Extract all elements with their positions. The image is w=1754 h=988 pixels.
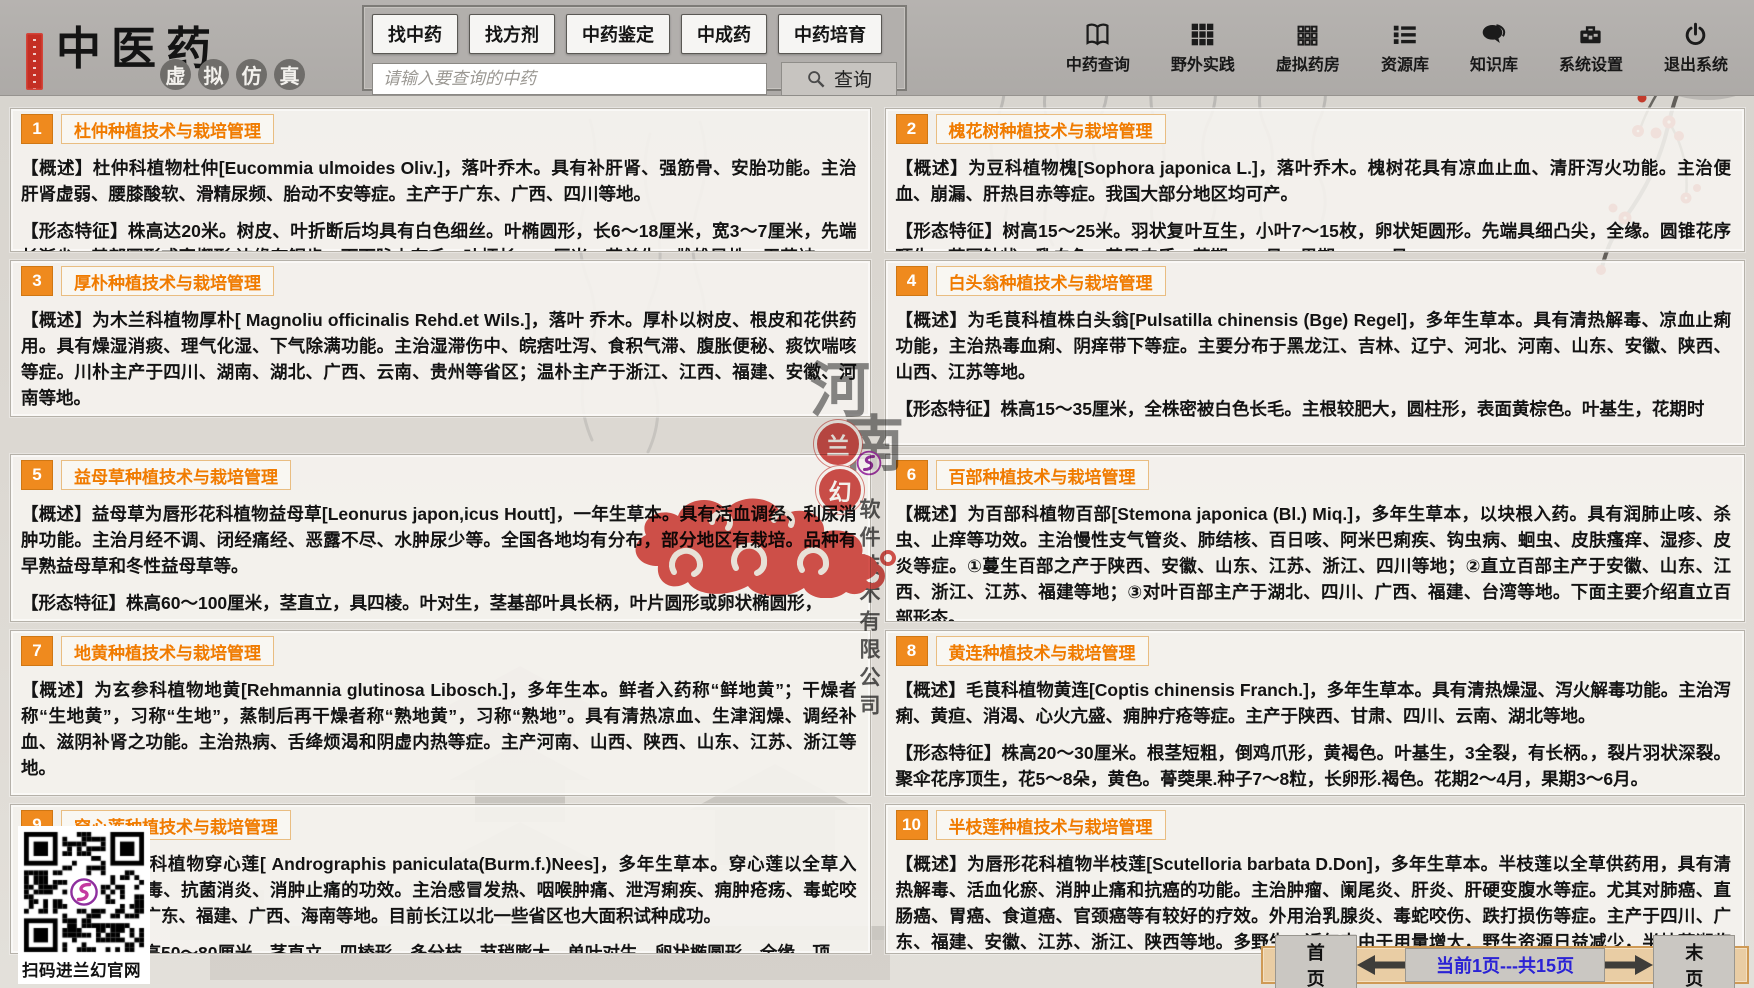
- card-morphology: 【形态特征】株高达20米。树皮、叶折断后均具有白色细丝。叶椭圆形，长6～18厘米…: [21, 218, 857, 252]
- nav-exit-system[interactable]: 退出系统: [1664, 21, 1728, 75]
- arrow-right-icon: [1605, 955, 1653, 975]
- lanhuan-logo-icon: [69, 877, 99, 907]
- card-title[interactable]: 地黄种植技术与栽培管理: [61, 636, 274, 666]
- card-morphology: 【形态特征】株高60～100厘米，茎直立，具四棱。叶对生，茎基部叶具长柄，叶片圆…: [21, 590, 857, 616]
- previous-page-arrow[interactable]: [1357, 955, 1405, 975]
- article-card: 2 槐花树种植技术与栽培管理 【概述】为豆科植物槐[Sophora japonic…: [885, 108, 1746, 252]
- card-title[interactable]: 百部种植技术与栽培管理: [936, 460, 1149, 490]
- power-icon: [1682, 21, 1709, 48]
- pagination-bar: 首页 当前1页---共15页 末页: [1261, 946, 1749, 984]
- card-number: 6: [896, 460, 928, 490]
- article-card: 7 地黄种植技术与栽培管理 【概述】为玄参科植物地黄[Rehmannia glut…: [10, 630, 871, 796]
- card-overview: 【概述】为木兰科植物厚朴[ Magnoliu officinalis Rehd.…: [21, 307, 857, 411]
- article-list: 1 杜仲种植技术与栽培管理 【概述】杜仲科植物杜仲[Eucommia ulmoid…: [10, 108, 1745, 954]
- card-title[interactable]: 槐花树种植技术与栽培管理: [936, 114, 1166, 144]
- card-morphology: 【形态特征】株高15～35厘米，全株密被白色长毛。主根较肥大，圆柱形，表面黄棕色…: [896, 396, 1732, 422]
- qr-code-block: 扫码进兰幻官网: [18, 826, 150, 984]
- search-row: 查询: [372, 62, 897, 96]
- card-number: 3: [21, 266, 53, 296]
- cells-icon: [1294, 21, 1321, 48]
- article-card: 10半枝莲种植技术与栽培管理 【概述】为唇形花科植物半枝莲[Scutellori…: [885, 804, 1746, 954]
- article-card: 5 益母草种植技术与栽培管理 【概述】益母草为唇形花科植物益母草[Leonurus…: [10, 454, 871, 622]
- app-logo: 中医药 虚 拟 仿 真: [0, 0, 352, 95]
- card-number: 2: [896, 114, 928, 144]
- card-number: 4: [896, 266, 928, 296]
- qr-caption: 扫码进兰幻官网: [22, 954, 146, 982]
- subtitle-char: 拟: [198, 59, 229, 90]
- card-title[interactable]: 白头翁种植技术与栽培管理: [936, 266, 1166, 296]
- card-title[interactable]: 半枝莲种植技术与栽培管理: [936, 810, 1166, 840]
- last-page-button[interactable]: 末页: [1653, 935, 1735, 988]
- app-header: 中医药 虚 拟 仿 真 找中药 找方剂 中药鉴定 中成药 中药培育 查询: [0, 0, 1754, 96]
- card-overview: 【概述】为玄参科植物地黄[Rehmannia glutinosa Libosch…: [21, 677, 857, 781]
- card-overview: 【概述】益母草为唇形花科植物益母草[Leonurus japon,icus Ho…: [21, 501, 857, 579]
- card-number: 8: [896, 636, 928, 666]
- card-overview: 【概述】为百部科植物百部[Stemona japonica (Bl.) Miq.…: [896, 501, 1732, 622]
- tab-herb-cultivation[interactable]: 中药培育: [778, 14, 882, 54]
- article-card: 1 杜仲种植技术与栽培管理 【概述】杜仲科植物杜仲[Eucommia ulmoid…: [10, 108, 871, 252]
- arrow-left-icon: [1357, 955, 1405, 975]
- card-number: 10: [896, 810, 928, 840]
- magnifier-icon: [806, 69, 826, 89]
- article-card: 3 厚朴种植技术与栽培管理 【概述】为木兰科植物厚朴[ Magnoliu offi…: [10, 260, 871, 417]
- subtitle-char: 虚: [160, 59, 191, 90]
- tab-find-prescription[interactable]: 找方剂: [469, 14, 555, 54]
- nav-herb-query[interactable]: 中药查询: [1066, 21, 1130, 75]
- article-card: 6 百部种植技术与栽培管理 【概述】为百部科植物百部[Stemona japoni…: [885, 454, 1746, 622]
- card-number: 1: [21, 114, 53, 144]
- nav-resource-library[interactable]: 资源库: [1381, 21, 1429, 75]
- search-input[interactable]: [372, 63, 767, 95]
- subtitle-char: 真: [274, 59, 305, 90]
- search-button[interactable]: 查询: [781, 62, 897, 96]
- nav-virtual-pharmacy[interactable]: 虚拟药房: [1276, 21, 1340, 75]
- first-page-button[interactable]: 首页: [1275, 935, 1357, 988]
- subtitle-char: 仿: [236, 59, 267, 90]
- next-page-arrow[interactable]: [1605, 955, 1653, 975]
- tab-find-herb[interactable]: 找中药: [372, 14, 458, 54]
- nav-knowledge-base[interactable]: 知识库: [1470, 21, 1518, 75]
- toolbox-icon: [1577, 21, 1604, 48]
- main-nav: 中药查询 野外实践 虚拟药房 资源库 知识库 系统设置: [1066, 21, 1754, 75]
- article-card: 8 黄连种植技术与栽培管理 【概述】毛茛科植物黄连[Coptis chinensi…: [885, 630, 1746, 796]
- search-tabs: 找中药 找方剂 中药鉴定 中成药 中药培育: [372, 14, 897, 54]
- tab-herb-identification[interactable]: 中药鉴定: [566, 14, 670, 54]
- card-overview: 【概述】为毛茛科植株白头翁[Pulsatilla chinensis (Bge)…: [896, 307, 1732, 385]
- card-number: 7: [21, 636, 53, 666]
- app-window: 中医药 虚 拟 仿 真 找中药 找方剂 中药鉴定 中成药 中药培育 查询: [0, 0, 1754, 988]
- card-number: 5: [21, 460, 53, 490]
- card-overview: 【概述】为豆科植物槐[Sophora japonica L.]，落叶乔木。槐树花…: [896, 155, 1732, 207]
- list-icon: [1391, 21, 1418, 48]
- red-seal-stamp: [26, 33, 43, 90]
- card-title[interactable]: 益母草种植技术与栽培管理: [61, 460, 291, 490]
- card-morphology: 【形态特征】株高20～30厘米。根茎短粗，倒鸡爪形，黄褐色。叶基生，3全裂，有长…: [896, 740, 1732, 792]
- card-title[interactable]: 厚朴种植技术与栽培管理: [61, 266, 274, 296]
- search-panel: 找中药 找方剂 中药鉴定 中成药 中药培育 查询: [362, 5, 907, 91]
- grid-icon: [1189, 21, 1216, 48]
- card-overview: 【概述】杜仲科植物杜仲[Eucommia ulmoides Oliv.]，落叶乔…: [21, 155, 857, 207]
- nav-field-practice[interactable]: 野外实践: [1171, 21, 1235, 75]
- tab-patent-medicine[interactable]: 中成药: [681, 14, 767, 54]
- book-icon: [1084, 21, 1111, 48]
- chat-icon: [1480, 21, 1507, 48]
- card-title[interactable]: 杜仲种植技术与栽培管理: [61, 114, 274, 144]
- card-morphology: 【形态特征】树高15～25米。羽状复叶互生，小叶7～15枚，卵状矩圆形。先端具细…: [896, 218, 1732, 252]
- card-overview: 【概述】毛茛科植物黄连[Coptis chinensis Franch.]，多年…: [896, 677, 1732, 729]
- app-subtitle: 虚 拟 仿 真: [160, 59, 305, 90]
- nav-system-settings[interactable]: 系统设置: [1559, 21, 1623, 75]
- page-status: 当前1页---共15页: [1405, 948, 1606, 982]
- article-card: 4 白头翁种植技术与栽培管理 【概述】为毛茛科植株白头翁[Pulsatilla c…: [885, 260, 1746, 446]
- card-title[interactable]: 黄连种植技术与栽培管理: [936, 636, 1149, 666]
